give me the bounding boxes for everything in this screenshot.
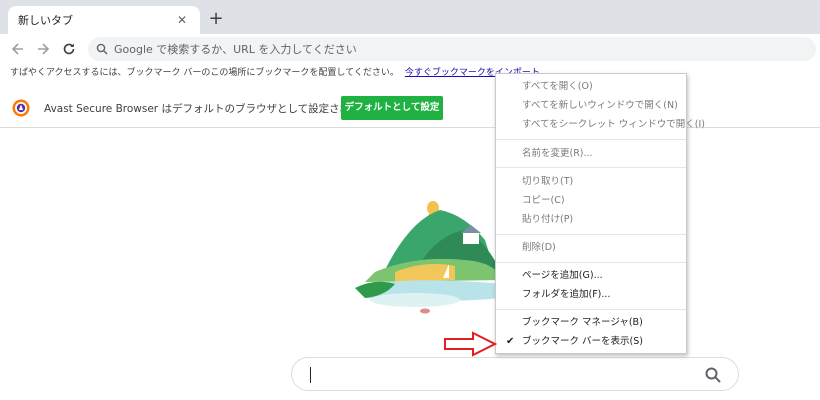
search-icon[interactable] <box>704 366 722 384</box>
menu-item-add-folder[interactable]: フォルダを追加(F)... <box>496 286 686 304</box>
menu-separator <box>496 139 686 140</box>
set-default-button[interactable]: デフォルトとして設定 <box>341 96 443 120</box>
ntp-search-box[interactable] <box>291 357 739 391</box>
omnibox[interactable] <box>88 37 816 61</box>
menu-separator <box>496 262 686 263</box>
close-icon[interactable]: ✕ <box>174 12 190 28</box>
bookmark-context-menu: すべてを開く(O) すべてを新しいウィンドウで開く(N) すべてをシークレット … <box>495 73 705 354</box>
menu-item-delete[interactable]: 削除(D) <box>496 239 686 257</box>
menu-item-cut[interactable]: 切り取り(T) <box>496 173 686 191</box>
menu-separator <box>496 234 686 235</box>
omnibox-input[interactable] <box>114 42 714 56</box>
menu-item-show-bookmark-bar-label: ブックマーク バーを表示(S) <box>522 336 643 347</box>
bookmark-bar-message: すばやくアクセスするには、ブックマーク バーのこの場所にブックマークを配置してく… <box>10 68 399 78</box>
menu-item-rename[interactable]: 名前を変更(R)... <box>496 145 686 163</box>
menu-item-bookmark-manager[interactable]: ブックマーク マネージャ(B) <box>496 314 686 332</box>
new-tab-plus-icon[interactable]: + <box>206 9 226 29</box>
avast-logo-icon <box>12 99 30 117</box>
toolbar <box>0 34 820 64</box>
menu-item-open-all-incognito[interactable]: すべてをシークレット ウィンドウで開く(I) <box>496 116 705 134</box>
reload-icon[interactable] <box>59 39 79 59</box>
tab-strip: 新しいタブ ✕ + <box>0 0 820 34</box>
forward-arrow-icon[interactable] <box>33 39 53 59</box>
checkmark-icon: ✔ <box>506 336 515 347</box>
menu-separator <box>496 309 686 310</box>
tab-title: 新しいタブ <box>18 14 73 27</box>
menu-item-paste[interactable]: 貼り付け(P) <box>496 211 686 229</box>
search-icon <box>96 43 108 55</box>
menu-item-copy[interactable]: コピー(C) <box>496 192 686 210</box>
bookmark-bar: すばやくアクセスするには、ブックマーク バーのこの場所にブックマークを配置してく… <box>0 64 820 82</box>
back-arrow-icon[interactable] <box>8 39 28 59</box>
menu-item-open-all-new-window[interactable]: すべてを新しいウィンドウで開く(N) <box>496 97 686 115</box>
red-arrow-annotation-icon <box>444 331 497 357</box>
menu-item-open-all[interactable]: すべてを開く(O) <box>496 78 686 96</box>
menu-item-show-bookmark-bar[interactable]: ✔ ブックマーク バーを表示(S) <box>496 333 686 351</box>
menu-item-add-page[interactable]: ページを追加(G)... <box>496 267 686 285</box>
tab-new-tab[interactable]: 新しいタブ ✕ <box>8 6 200 34</box>
landscape-illustration <box>355 201 503 314</box>
menu-separator <box>496 167 686 168</box>
text-caret <box>310 367 311 383</box>
